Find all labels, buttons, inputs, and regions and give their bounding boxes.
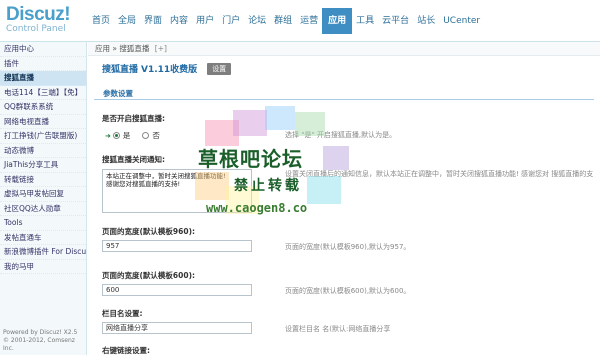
- nav-item[interactable]: 界面: [140, 8, 166, 34]
- right-link-label: 右键链接设置:: [102, 346, 150, 355]
- sidebar-item[interactable]: 新浪微博插件 For Discuz: [0, 245, 86, 260]
- enable-label: 是否开启搜狐直播:: [102, 114, 165, 123]
- enable-yes-label: 是: [122, 131, 131, 140]
- copyright: © 2001-2012, Comsenz Inc.: [3, 337, 75, 352]
- watermark-line1: 草根吧论坛: [198, 147, 303, 171]
- sidebar-item[interactable]: Tools: [0, 216, 86, 231]
- nav-name-label: 栏目名设置:: [102, 309, 143, 318]
- powered-by: Powered by Discuz! X2.5: [3, 329, 78, 336]
- sidebar-item[interactable]: 打工挣钱(广告联盟版): [0, 129, 86, 144]
- sidebar-item[interactable]: 虚拟马甲发帖回复: [0, 187, 86, 202]
- sidebar-item[interactable]: 应用中心: [0, 42, 86, 57]
- radio-no[interactable]: [142, 132, 150, 139]
- breadcrumb-page: 搜狐直播: [119, 44, 150, 53]
- enable-no-label: 否: [152, 131, 160, 140]
- notice-hint: 设置关闭直播后的通知信息，默认本站正在调整中，暂时关闭搜狐直播功能! 感谢您对 …: [285, 170, 594, 187]
- nav-item[interactable]: 群组: [270, 8, 296, 34]
- breadcrumb-section[interactable]: 应用: [95, 44, 110, 53]
- sidebar-item[interactable]: 搜狐直播: [0, 71, 86, 86]
- width960-hint: 页面的宽度(默认模板960),默认为957。: [285, 243, 411, 251]
- nav-item[interactable]: UCenter: [439, 8, 484, 34]
- nav-item[interactable]: 门户: [218, 8, 244, 34]
- logo-subtitle: Control Panel: [6, 24, 66, 34]
- pointer-icon: ➜: [105, 131, 111, 140]
- sidebar-item[interactable]: 电话114【三端】【免】: [0, 86, 86, 100]
- discuz-logo[interactable]: Discuz! Control Panel: [6, 4, 86, 34]
- sidebar-item[interactable]: 插件: [0, 57, 86, 71]
- sidebar-item[interactable]: QQ群联系系统: [0, 100, 86, 115]
- sidebar-item[interactable]: 网络电视直播: [0, 115, 86, 129]
- page-title: 搜狐直播: [102, 65, 139, 75]
- top-navigation: 首页 全局 界面 内容 用户 门户 论坛 群组 运营 应用 工具 云平台 站长 UCenter: [88, 8, 484, 34]
- sidebar-item[interactable]: 转载链接: [0, 173, 86, 187]
- width960-label: 页面的宽度(默认模板960):: [102, 227, 196, 236]
- enable-hint: 选择 "是" 开启搜狐直播,默认为是。: [285, 131, 397, 139]
- nav-name-input[interactable]: 网络直播分享: [102, 322, 252, 334]
- nav-item[interactable]: 应用: [322, 8, 353, 34]
- section-title: 参数设置: [94, 88, 594, 100]
- watermark-line2: 禁止转载: [234, 178, 302, 194]
- nav-item[interactable]: 运营: [296, 8, 322, 34]
- nav-item[interactable]: 论坛: [244, 8, 270, 34]
- nav-item[interactable]: 云平台: [378, 8, 413, 34]
- main-content: 应用 » 搜狐直播 [+] 搜狐直播 V1.11收费版 设置 参数设置 是否开启…: [88, 42, 600, 355]
- sidebar-item[interactable]: JiaThis分享工具: [0, 158, 86, 173]
- breadcrumb-separator: »: [112, 44, 117, 53]
- radio-yes[interactable]: [112, 132, 120, 139]
- sidebar-item[interactable]: 我的马甲: [0, 260, 86, 274]
- enable-yes-option[interactable]: ➜ 是: [105, 130, 130, 141]
- width960-input[interactable]: 957: [102, 240, 252, 252]
- settings-button[interactable]: 设置: [207, 62, 232, 75]
- notice-label: 搜狐直播关闭通知:: [102, 155, 165, 164]
- enable-radio-group: ➜ 是 否: [105, 130, 172, 141]
- nav-item[interactable]: 用户: [192, 8, 218, 34]
- width600-label: 页面的宽度(默认模板600):: [102, 271, 196, 280]
- title-bar: 搜狐直播 V1.11收费版 设置: [102, 62, 232, 75]
- header: Discuz! Control Panel 首页 全局 界面 内容 用户 门户 论坛 群组 运营…: [0, 0, 600, 42]
- nav-name-hint: 设置栏目名 名(默认:网络直播分享: [285, 325, 391, 333]
- sidebar: 应用中心 插件 搜狐直播 电话114【三端】【免】 QQ群联系系统 网络电视直播 打工挣钱(…: [0, 42, 87, 355]
- sidebar-item[interactable]: 发帖直通车: [0, 231, 86, 245]
- width600-hint: 页面的宽度(默认模板600),默认为600。: [285, 287, 411, 295]
- nav-item[interactable]: 全局: [114, 8, 140, 34]
- nav-item[interactable]: 站长: [413, 8, 439, 34]
- nav-item[interactable]: 工具: [352, 8, 378, 34]
- logo-brand: Discuz!: [6, 4, 71, 25]
- nav-item[interactable]: 首页: [88, 8, 114, 34]
- width600-input[interactable]: 600: [102, 284, 252, 296]
- watermark-line3: www.caogen8.co: [206, 201, 308, 215]
- sidebar-item[interactable]: 动态微博: [0, 144, 86, 158]
- sidebar-footer: Powered by Discuz! X2.5 © 2001-2012, Com…: [3, 329, 86, 353]
- version-label: V1.11收费版: [141, 65, 198, 75]
- notice-text: 本站正在调整中，暂时关闭搜狐直播功能! 感谢您对搜狐直播的支持!: [106, 172, 226, 188]
- breadcrumb-add-button[interactable]: [+]: [155, 44, 167, 53]
- sidebar-item[interactable]: 社区QQ达人勋章: [0, 202, 86, 216]
- breadcrumb: 应用 » 搜狐直播 [+]: [88, 42, 600, 56]
- enable-no-option[interactable]: 否: [142, 130, 160, 141]
- nav-item[interactable]: 内容: [166, 8, 192, 34]
- sidebar-list: 应用中心 插件 搜狐直播 电话114【三端】【免】 QQ群联系系统 网络电视直播 打工挣钱(…: [0, 42, 86, 274]
